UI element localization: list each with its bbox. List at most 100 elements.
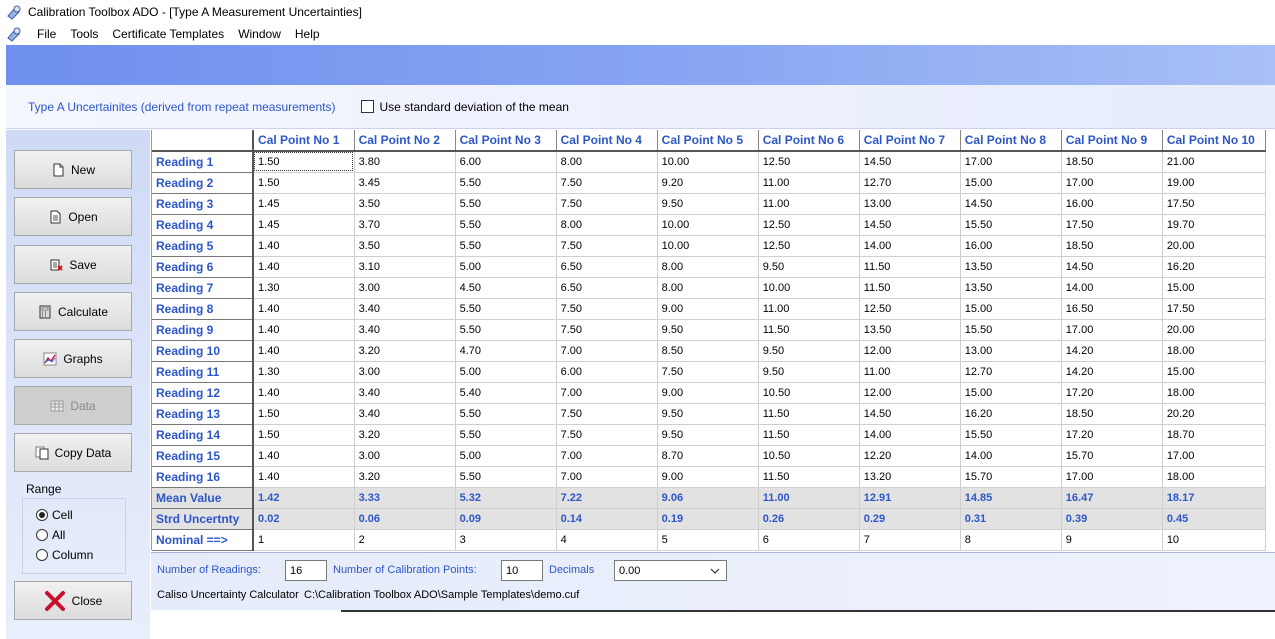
std-dev-mean-checkbox[interactable] — [361, 100, 375, 113]
row-header[interactable]: Reading 10 — [152, 340, 255, 362]
new-button[interactable]: New — [14, 150, 132, 189]
menu-help[interactable]: Help — [288, 27, 327, 41]
row-header[interactable]: Reading 11 — [152, 361, 255, 383]
grid-cell[interactable]: 12.50 — [758, 235, 860, 257]
grid-cell[interactable]: 5.50 — [455, 424, 557, 446]
grid-cell[interactable]: 1.50 — [253, 424, 355, 446]
grid-cell[interactable]: 14.00 — [859, 235, 961, 257]
grid-cell[interactable]: 18.70 — [1162, 424, 1267, 446]
data-button[interactable]: Data — [14, 386, 132, 425]
row-header[interactable]: Nominal ==> — [152, 529, 255, 551]
grid-cell[interactable]: 1.45 — [253, 214, 355, 236]
range-column-option[interactable]: Column — [36, 548, 93, 562]
grid-cell[interactable]: 5.50 — [455, 466, 557, 488]
grid-cell[interactable]: 3.00 — [354, 277, 456, 299]
decimals-select[interactable]: 0.00 — [614, 560, 727, 581]
grid-cell[interactable]: 1.30 — [253, 277, 355, 299]
grid-cell[interactable]: 17.00 — [1162, 445, 1267, 467]
grid-cell[interactable]: 0.31 — [960, 508, 1062, 530]
grid-cell[interactable]: 17.50 — [1162, 298, 1267, 320]
grid-cell[interactable]: 14.50 — [859, 403, 961, 425]
grid-cell[interactable]: 1.40 — [253, 319, 355, 341]
row-header[interactable]: Reading 15 — [152, 445, 255, 467]
grid-cell[interactable]: 3.20 — [354, 340, 456, 362]
grid-cell[interactable]: 9.50 — [657, 403, 759, 425]
grid-cell[interactable]: 8.00 — [657, 256, 759, 278]
grid-cell[interactable]: 12.70 — [859, 172, 961, 194]
grid-cell[interactable]: 11.50 — [758, 319, 860, 341]
grid-cell[interactable]: 17.00 — [1061, 319, 1163, 341]
grid-cell[interactable]: 3 — [455, 529, 557, 551]
grid-cell[interactable]: 6.50 — [556, 277, 658, 299]
grid-cell[interactable]: 7.50 — [556, 298, 658, 320]
grid-cell[interactable]: 1.30 — [253, 361, 355, 383]
grid-cell[interactable]: 9.00 — [657, 466, 759, 488]
grid-cell[interactable]: 1.50 — [253, 151, 355, 173]
grid-cell[interactable]: 7.50 — [556, 193, 658, 215]
grid-cell[interactable]: 15.00 — [1162, 361, 1267, 383]
grid-cell[interactable]: 12.70 — [960, 361, 1062, 383]
grid-cell[interactable]: 7.50 — [556, 172, 658, 194]
calculate-button[interactable]: Calculate — [14, 292, 132, 331]
grid-cell[interactable]: 10.00 — [758, 277, 860, 299]
num-points-input[interactable]: 10 — [501, 560, 543, 581]
document-window-icon[interactable] — [6, 26, 22, 42]
grid-cell[interactable]: 20.20 — [1162, 403, 1267, 425]
grid-cell[interactable]: 3.80 — [354, 151, 456, 173]
grid-cell[interactable]: 7.50 — [556, 424, 658, 446]
row-header[interactable]: Reading 3 — [152, 193, 255, 215]
grid-cell[interactable]: 12.50 — [758, 214, 860, 236]
grid-cell[interactable]: 3.40 — [354, 382, 456, 404]
column-header-6[interactable]: Cal Point No 6 — [758, 130, 860, 152]
copy-data-button[interactable]: Copy Data — [14, 433, 132, 472]
column-header-2[interactable]: Cal Point No 2 — [354, 130, 456, 152]
graphs-button[interactable]: Graphs — [14, 339, 132, 378]
grid-cell[interactable]: 8 — [960, 529, 1062, 551]
grid-cell[interactable]: 11.50 — [758, 466, 860, 488]
grid-cell[interactable]: 9.50 — [657, 193, 759, 215]
grid-cell[interactable]: 7.50 — [657, 361, 759, 383]
close-button[interactable]: Close — [14, 581, 132, 620]
grid-cell[interactable]: 3.20 — [354, 466, 456, 488]
grid-cell[interactable]: 18.50 — [1061, 403, 1163, 425]
grid-cell[interactable]: 9.50 — [657, 424, 759, 446]
grid-cell[interactable]: 0.26 — [758, 508, 860, 530]
grid-cell[interactable]: 15.50 — [960, 424, 1062, 446]
grid-cell[interactable]: 6.00 — [556, 361, 658, 383]
grid-cell[interactable]: 13.00 — [960, 340, 1062, 362]
grid-cell[interactable]: 5.50 — [455, 298, 557, 320]
row-header[interactable]: Reading 14 — [152, 424, 255, 446]
grid-cell[interactable]: 15.00 — [960, 298, 1062, 320]
grid-cell[interactable]: 9.50 — [657, 319, 759, 341]
column-header-8[interactable]: Cal Point No 8 — [960, 130, 1062, 152]
grid-cell[interactable]: 3.00 — [354, 445, 456, 467]
grid-cell[interactable]: 4.50 — [455, 277, 557, 299]
grid-cell[interactable]: 11.00 — [859, 361, 961, 383]
grid-cell[interactable]: 16.47 — [1061, 487, 1163, 509]
grid-cell[interactable]: 14.50 — [960, 193, 1062, 215]
grid-cell[interactable]: 0.06 — [354, 508, 456, 530]
grid-cell[interactable]: 5.00 — [455, 445, 557, 467]
row-header[interactable]: Mean Value — [152, 487, 255, 509]
column-header-7[interactable]: Cal Point No 7 — [859, 130, 961, 152]
grid-cell[interactable]: 5.50 — [455, 214, 557, 236]
grid-cell[interactable]: 14.20 — [1061, 361, 1163, 383]
grid-cell[interactable]: 4 — [556, 529, 658, 551]
grid-cell[interactable]: 18.00 — [1162, 382, 1267, 404]
row-header[interactable]: Reading 5 — [152, 235, 255, 257]
grid-cell[interactable]: 8.00 — [657, 277, 759, 299]
grid-cell[interactable]: 14.00 — [859, 424, 961, 446]
grid-cell[interactable]: 12.91 — [859, 487, 961, 509]
grid-cell[interactable]: 11.00 — [758, 172, 860, 194]
grid-cell[interactable]: 12.50 — [758, 151, 860, 173]
grid-cell[interactable]: 13.00 — [859, 193, 961, 215]
row-header[interactable]: Reading 2 — [152, 172, 255, 194]
menu-window[interactable]: Window — [231, 27, 288, 41]
grid-cell[interactable]: 1.42 — [253, 487, 355, 509]
grid-cell[interactable]: 5.50 — [455, 403, 557, 425]
grid-cell[interactable]: 17.00 — [960, 151, 1062, 173]
grid-cell[interactable]: 1.50 — [253, 403, 355, 425]
grid-cell[interactable]: 3.40 — [354, 319, 456, 341]
grid-cell[interactable]: 20.00 — [1162, 319, 1267, 341]
grid-cell[interactable]: 16.50 — [1061, 298, 1163, 320]
